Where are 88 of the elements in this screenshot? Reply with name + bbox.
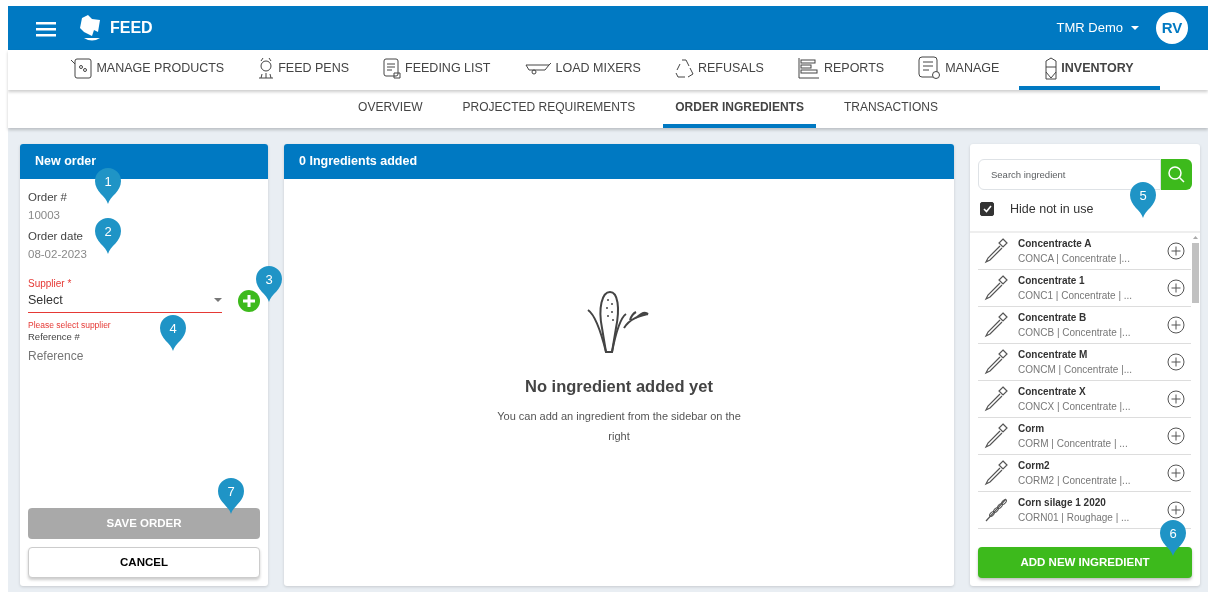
add-circle-icon[interactable] bbox=[1167, 278, 1185, 297]
callout-marker: 6 bbox=[1158, 518, 1188, 558]
field-label: Order date bbox=[28, 230, 83, 245]
ingredient-detail: CONCB | Concentrate |... bbox=[1018, 325, 1132, 340]
add-supplier-icon[interactable] bbox=[238, 290, 260, 313]
silo-icon bbox=[1045, 56, 1058, 80]
sub-tab[interactable]: TRANSACTIONS bbox=[831, 90, 950, 128]
field-label: Reference # bbox=[28, 331, 80, 343]
empty-state-title: No ingredient added yet bbox=[525, 376, 713, 398]
bar-list-icon bbox=[797, 57, 820, 79]
ingredient-row[interactable]: Corm2 CORM2 | Concentrate |... bbox=[978, 454, 1191, 492]
ingredient-row[interactable]: Concentrate B CONCB | Concentrate |... bbox=[978, 306, 1191, 344]
app-title: FEED bbox=[110, 18, 153, 38]
callout-marker: 5 bbox=[1128, 180, 1158, 220]
ingredient-row[interactable]: Concentrate 1 CONC1 | Concentrate | ... bbox=[978, 269, 1191, 307]
search-field[interactable]: Search ingredient bbox=[978, 159, 1161, 190]
empty-state-text: You can add an ingredient from the sidebar on the right bbox=[496, 408, 742, 444]
ingredient-detail: CORN01 | Roughage | ... bbox=[1018, 510, 1131, 525]
ingredient-detail: CORM2 | Concentrate |... bbox=[1018, 473, 1132, 488]
list-icon bbox=[383, 57, 402, 79]
ingredient-name: Concentracte A bbox=[1018, 236, 1093, 251]
trailer-icon bbox=[524, 61, 552, 75]
nav-tab[interactable]: MANAGE bbox=[904, 50, 1014, 90]
caret-icon bbox=[214, 298, 222, 303]
checkbox[interactable] bbox=[980, 202, 994, 217]
ingredient-name: Concentrate X bbox=[1018, 384, 1087, 399]
menu-icon[interactable] bbox=[36, 19, 56, 37]
account-menu[interactable]: TMR Demo bbox=[1055, 17, 1140, 39]
ingredient-name: Corm2 bbox=[1018, 458, 1051, 473]
sub-tab[interactable]: ORDER INGREDIENTS bbox=[663, 90, 816, 128]
nav-tab[interactable]: FEED PENS bbox=[244, 50, 364, 90]
user-avatar[interactable]: RV bbox=[1156, 12, 1188, 44]
callout-marker: 3 bbox=[254, 264, 284, 304]
search-icon bbox=[1168, 166, 1185, 183]
order-date: 08-02-2023 bbox=[28, 248, 87, 262]
supplier-select[interactable]: Select bbox=[28, 289, 222, 313]
order-number: 10003 bbox=[28, 208, 60, 223]
nav-tab[interactable]: FEEDING LIST bbox=[369, 50, 505, 90]
ingredient-name: Corm bbox=[1018, 421, 1046, 436]
add-circle-icon[interactable] bbox=[1167, 463, 1185, 482]
error-message: Please select supplier bbox=[28, 318, 111, 332]
add-circle-icon[interactable] bbox=[1167, 241, 1185, 260]
add-circle-icon[interactable] bbox=[1167, 426, 1185, 445]
field-label: Order # bbox=[28, 190, 67, 205]
ingredient-row[interactable]: Concentracte A CONCA | Concentrate |... bbox=[978, 232, 1191, 270]
nav-tab[interactable]: LOAD MIXERS bbox=[510, 50, 655, 90]
ingredient-row[interactable]: Corm CORM | Concentrate | ... bbox=[978, 417, 1191, 455]
dropper-icon bbox=[984, 459, 1008, 486]
add-circle-icon[interactable] bbox=[1167, 500, 1185, 519]
add-circle-icon[interactable] bbox=[1167, 315, 1185, 334]
ingredient-name: Concentrate M bbox=[1018, 347, 1089, 362]
checkbox-label: Hide not in use bbox=[1010, 201, 1094, 218]
nav-tab[interactable]: REPORTS bbox=[783, 50, 899, 90]
settings-list-icon bbox=[918, 56, 942, 80]
caret-icon bbox=[1131, 26, 1139, 30]
ingredient-name: Corn silage 1 2020 bbox=[1018, 495, 1107, 510]
dropper-icon bbox=[984, 422, 1008, 449]
cancel-button[interactable]: CANCEL bbox=[28, 547, 260, 578]
ingredient-row[interactable]: Concentrate X CONCX | Concentrate |... bbox=[978, 380, 1191, 418]
add-circle-icon[interactable] bbox=[1167, 389, 1185, 408]
callout-marker: 2 bbox=[93, 216, 123, 256]
sub-tab[interactable]: PROJECTED REQUIREMENTS bbox=[450, 90, 648, 128]
wheat-icon bbox=[984, 496, 1008, 523]
ingredient-detail: CONCX | Concentrate |... bbox=[1018, 399, 1132, 414]
dropper-icon bbox=[984, 348, 1008, 375]
ingredient-detail: CONC1 | Concentrate | ... bbox=[1018, 288, 1134, 303]
ingredient-detail: CONCM | Concentrate |... bbox=[1018, 362, 1134, 377]
ingredient-name: Concentrate B bbox=[1018, 310, 1088, 325]
ingredient-name: Concentrate 1 bbox=[1018, 273, 1086, 288]
callout-marker: 4 bbox=[158, 313, 188, 353]
dropper-icon bbox=[984, 311, 1008, 338]
dropper-icon bbox=[984, 237, 1008, 264]
ingredient-row[interactable]: Concentrate M CONCM | Concentrate |... bbox=[978, 343, 1191, 381]
check-icon bbox=[981, 204, 993, 215]
field-label: Supplier * bbox=[28, 277, 72, 290]
panel-header: 0 Ingredients added bbox=[284, 144, 954, 179]
callout-marker: 1 bbox=[93, 166, 123, 206]
sack-icon bbox=[70, 57, 93, 79]
dropper-icon bbox=[984, 274, 1008, 301]
add-circle-icon[interactable] bbox=[1167, 352, 1185, 371]
ingredient-detail: CORM | Concentrate | ... bbox=[1018, 436, 1129, 451]
nav-tab[interactable]: MANAGE PRODUCTS bbox=[56, 50, 239, 90]
ingredient-detail: CONCA | Concentrate |... bbox=[1018, 251, 1131, 266]
search-button[interactable] bbox=[1161, 159, 1192, 190]
sub-tab[interactable]: OVERVIEW bbox=[346, 90, 435, 128]
nav-tab[interactable]: REFUSALS bbox=[660, 50, 778, 90]
dropper-icon bbox=[984, 385, 1008, 412]
callout-marker: 7 bbox=[216, 476, 246, 516]
